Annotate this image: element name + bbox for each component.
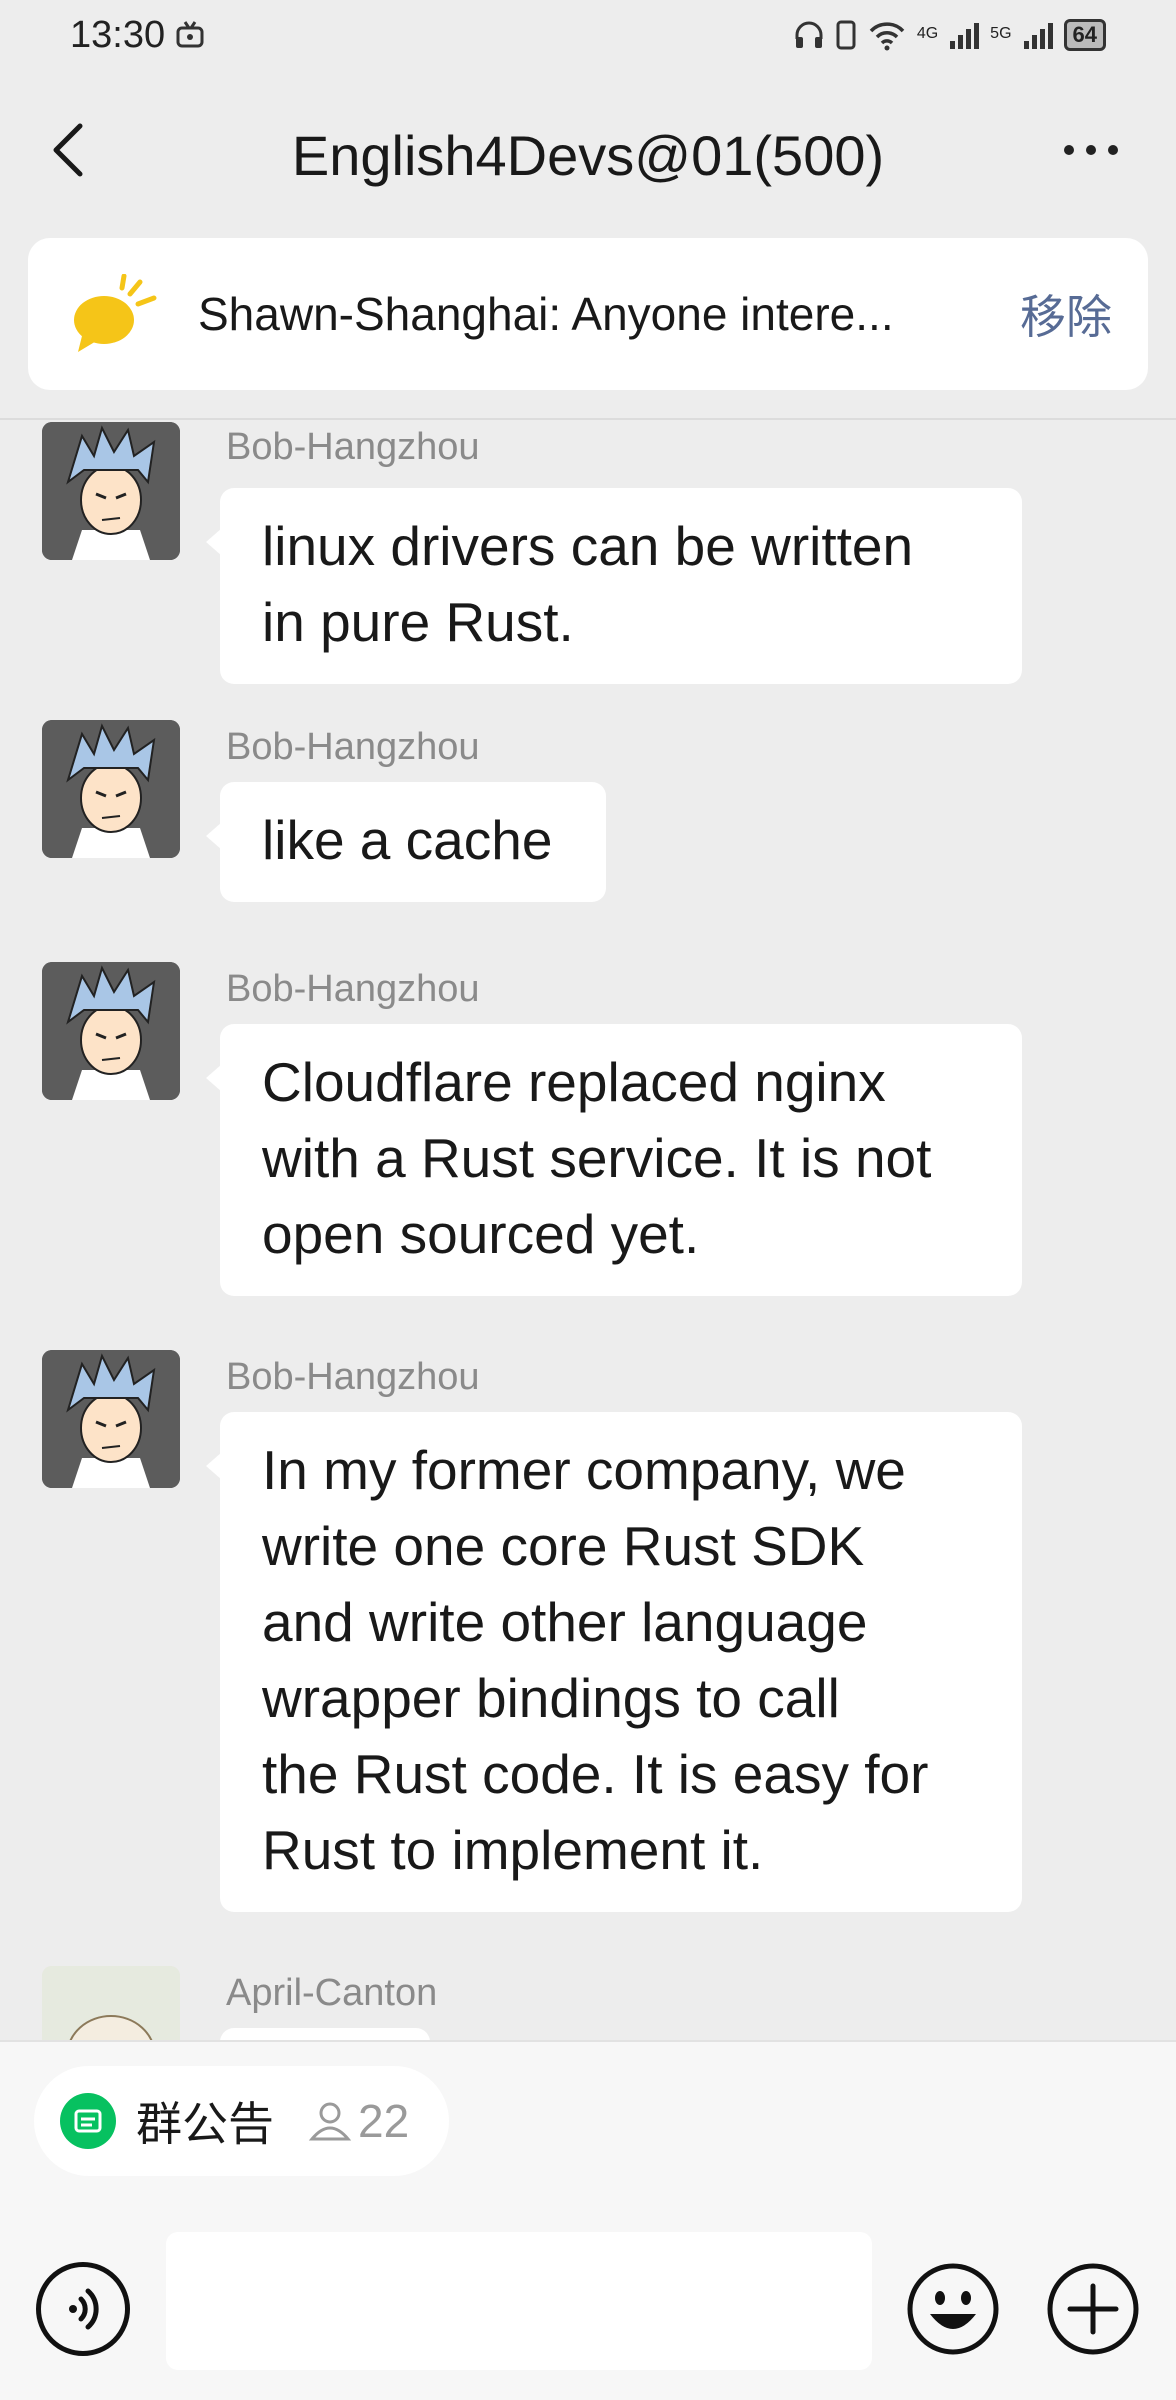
headphones-icon: [795, 21, 823, 48]
battery-icon: 64: [1063, 19, 1106, 51]
cartoon-face-icon: [42, 1350, 180, 1488]
message-line: in pure Rust.: [262, 591, 574, 653]
pinned-message-bar[interactable]: Shawn-Shanghai: Anyone intere... 移除: [28, 238, 1148, 390]
status-left: 13:30: [70, 14, 205, 57]
message-line: wrapper bindings to call: [262, 1667, 840, 1729]
member-count-value: 22: [358, 2095, 410, 2147]
message-line: with a Rust service. It is not: [262, 1127, 932, 1189]
message-line: open sourced yet.: [262, 1203, 700, 1265]
avatar[interactable]: [42, 720, 180, 858]
message-bubble[interactable]: like a cache: [205, 782, 607, 902]
message-line: Rust to implement it.: [262, 1819, 764, 1881]
wifi-icon: [869, 22, 905, 51]
avatar[interactable]: [42, 1966, 180, 2040]
nav-bar: English4Devs@01(500): [0, 70, 1176, 240]
cartoon-avatar-icon: [42, 1966, 180, 2040]
emoji-button[interactable]: [906, 2262, 1000, 2356]
smiley-icon: [907, 2263, 999, 2355]
chat-message-list[interactable]: Bob-Hangzhou linux drivers can be writte…: [0, 420, 1176, 2040]
remove-pinned-button[interactable]: 移除: [1020, 281, 1112, 347]
message-line: In my former company, we: [262, 1439, 906, 1501]
sender-name: Bob-Hangzhou: [226, 426, 480, 468]
message-line: like a cache: [262, 809, 553, 871]
more-options-button[interactable]: [1046, 125, 1136, 175]
sender-name: Bob-Hangzhou: [226, 968, 480, 1010]
status-time: 13:30: [70, 13, 166, 56]
sender-name: Bob-Hangzhou: [226, 1356, 480, 1398]
group-announcement-chip[interactable]: 群公告 22: [34, 2066, 450, 2176]
person-icon: [308, 2102, 352, 2141]
tv-icon: [176, 21, 204, 48]
avatar[interactable]: [42, 1350, 180, 1488]
status-bar: 13:30 4G 5G 64: [0, 0, 1176, 70]
battery-level: 64: [1072, 22, 1097, 47]
message-line: the Rust code. It is easy for: [262, 1743, 929, 1805]
message-bubble[interactable]: In my former company, we write one core …: [206, 1412, 1022, 1912]
voice-input-button[interactable]: [36, 2262, 130, 2356]
sender-name: Bob-Hangzhou: [226, 726, 480, 768]
more-dot-icon: [1064, 145, 1074, 155]
more-functions-button[interactable]: [1046, 2262, 1140, 2356]
vibrate-icon: [836, 20, 856, 50]
avatar[interactable]: [42, 422, 180, 560]
network-type-2: 5G: [990, 25, 1012, 42]
input-bar: [0, 2232, 1176, 2372]
bottom-panel: 群公告 22: [0, 2040, 1176, 2400]
signal-icon-1: [950, 23, 980, 49]
cartoon-face-icon: [42, 720, 180, 858]
voice-icon: [69, 2288, 99, 2330]
message-line: Cloudflare replaced nginx: [262, 1051, 886, 1113]
speech-bubble-icon: [68, 273, 158, 354]
message-line: and write other language: [262, 1591, 868, 1653]
message-input[interactable]: [166, 2232, 872, 2370]
pinned-message-text: Shawn-Shanghai: Anyone intere...: [198, 288, 894, 340]
avatar[interactable]: [42, 962, 180, 1100]
signal-icon-2: [1023, 23, 1053, 49]
more-dot-icon: [1086, 145, 1096, 155]
message-line: linux drivers can be written: [262, 515, 914, 577]
message-bubble[interactable]: linux drivers can be written in pure Rus…: [206, 488, 1022, 684]
chevron-left-icon: [53, 123, 83, 177]
network-type-1: 4G: [916, 25, 939, 42]
cartoon-face-icon: [42, 962, 180, 1100]
announcement-icon: [60, 2093, 116, 2149]
message-bubble[interactable]: [220, 2028, 430, 2040]
member-count: 22: [308, 2094, 409, 2148]
status-right: 4G 5G 64: [793, 19, 1106, 51]
message-bubble[interactable]: Cloudflare replaced nginx with a Rust se…: [206, 1024, 1022, 1296]
message-line: write one core Rust SDK: [262, 1515, 865, 1577]
announcement-label: 群公告: [136, 2098, 274, 2150]
chat-title: English4Devs@01(500): [291, 123, 885, 187]
sender-name: April-Canton: [226, 1972, 438, 2014]
plus-icon: [1047, 2263, 1139, 2355]
cartoon-face-icon: [42, 422, 180, 560]
back-button[interactable]: [40, 120, 100, 180]
more-dot-icon: [1108, 145, 1118, 155]
